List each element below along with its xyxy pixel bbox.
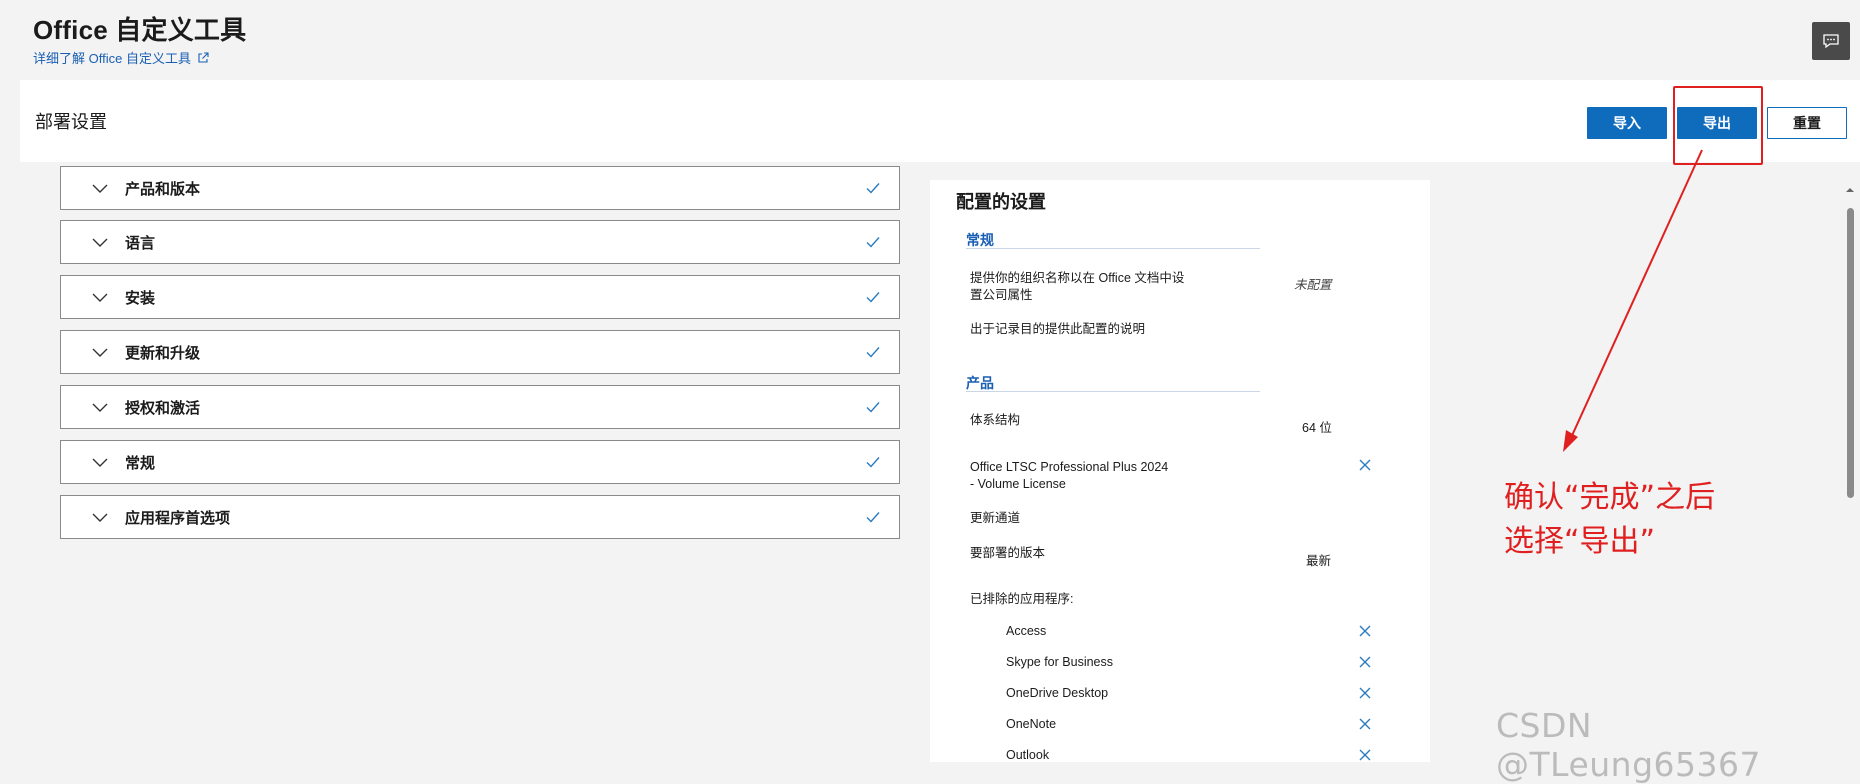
remove-x-icon[interactable] (1358, 624, 1372, 638)
excluded-app-item: OneDrive Desktop (1006, 686, 1109, 700)
check-icon (866, 292, 880, 303)
group-title-products: 产品 (966, 375, 994, 391)
org-name-value: 未配置 (1294, 278, 1332, 292)
check-icon (866, 237, 880, 248)
excluded-app-item: Outlook (1006, 748, 1050, 762)
architecture-value: 64 位 (1302, 421, 1332, 435)
version-label: 要部署的版本 (970, 546, 1046, 560)
scroll-thumb[interactable] (1847, 208, 1854, 498)
check-icon (866, 457, 880, 468)
card-title: 配置的设置 (956, 192, 1046, 212)
chevron-down-icon (92, 513, 108, 522)
reset-button[interactable]: 重置 (1767, 107, 1847, 139)
accordion-label: 语言 (125, 234, 156, 252)
accordion-general[interactable]: 常规 (60, 440, 900, 484)
accordion-product-version[interactable]: 产品和版本 (60, 166, 900, 210)
remove-x-icon[interactable] (1358, 458, 1372, 472)
accordion-label: 产品和版本 (125, 180, 201, 198)
excluded-apps-label: 已排除的应用程序: (970, 592, 1074, 606)
annotation-text: 确认“完成”之后 选择“导出” (1504, 480, 1716, 559)
page-title: Office 自定义工具 (33, 15, 247, 45)
annotation-highlight-box (1673, 86, 1763, 165)
group-divider (966, 391, 1260, 392)
chevron-down-icon (92, 458, 108, 467)
remove-x-icon[interactable] (1358, 686, 1372, 700)
accordion-label: 应用程序首选项 (125, 509, 231, 527)
remove-x-icon[interactable] (1358, 748, 1372, 762)
external-link-icon (198, 51, 209, 63)
scroll-up-arrow-icon[interactable] (1844, 184, 1856, 196)
version-value: 最新 (1306, 554, 1332, 568)
accordion-label: 安装 (125, 289, 156, 307)
learn-more-label: 详细了解 Office 自定义工具 (33, 51, 191, 66)
vertical-scrollbar[interactable] (1844, 184, 1856, 762)
check-icon (866, 512, 880, 523)
check-icon (866, 183, 880, 194)
check-icon (866, 347, 880, 358)
architecture-label: 体系结构 (970, 413, 1021, 427)
update-channel-label: 更新通道 (970, 511, 1021, 525)
remove-x-icon[interactable] (1358, 655, 1372, 669)
chevron-down-icon (92, 348, 108, 357)
accordion-label: 更新和升级 (125, 344, 201, 362)
deployment-header-panel (20, 80, 1860, 162)
description-label: 出于记录目的提供此配置的说明 (970, 322, 1146, 336)
accordion-language[interactable]: 语言 (60, 220, 900, 264)
accordion-licensing[interactable]: 授权和激活 (60, 385, 900, 429)
group-divider (966, 248, 1260, 249)
chevron-down-icon (92, 184, 108, 193)
chevron-down-icon (92, 238, 108, 247)
remove-x-icon[interactable] (1358, 717, 1372, 731)
group-title-general: 常规 (966, 232, 994, 248)
accordion-label: 授权和激活 (125, 399, 201, 417)
excluded-app-item: Access (1006, 624, 1047, 638)
configured-settings-card: 配置的设置 常规 提供你的组织名称以在 Office 文档中设置公司属性 未配置… (930, 180, 1430, 762)
learn-more-link[interactable]: 详细了解 Office 自定义工具 (33, 48, 209, 67)
org-name-label: 提供你的组织名称以在 Office 文档中设置公司属性 (970, 271, 1185, 302)
accordion-label: 常规 (125, 454, 156, 472)
chevron-down-icon (92, 293, 108, 302)
excluded-app-item: OneNote (1006, 717, 1057, 731)
watermark: CSDN @TLeung65367 (1496, 706, 1762, 784)
feedback-button[interactable] (1812, 22, 1850, 60)
chevron-down-icon (92, 403, 108, 412)
section-title: 部署设置 (35, 112, 107, 132)
check-icon (866, 402, 880, 413)
import-button[interactable]: 导入 (1587, 107, 1667, 139)
accordion-update-upgrade[interactable]: 更新和升级 (60, 330, 900, 374)
accordion-install[interactable]: 安装 (60, 275, 900, 319)
accordion-app-preferences[interactable]: 应用程序首选项 (60, 495, 900, 539)
excluded-app-item: Skype for Business (1006, 655, 1113, 669)
feedback-icon (1823, 34, 1839, 49)
product-name: Office LTSC Professional Plus 2024 - Vol… (970, 460, 1169, 491)
